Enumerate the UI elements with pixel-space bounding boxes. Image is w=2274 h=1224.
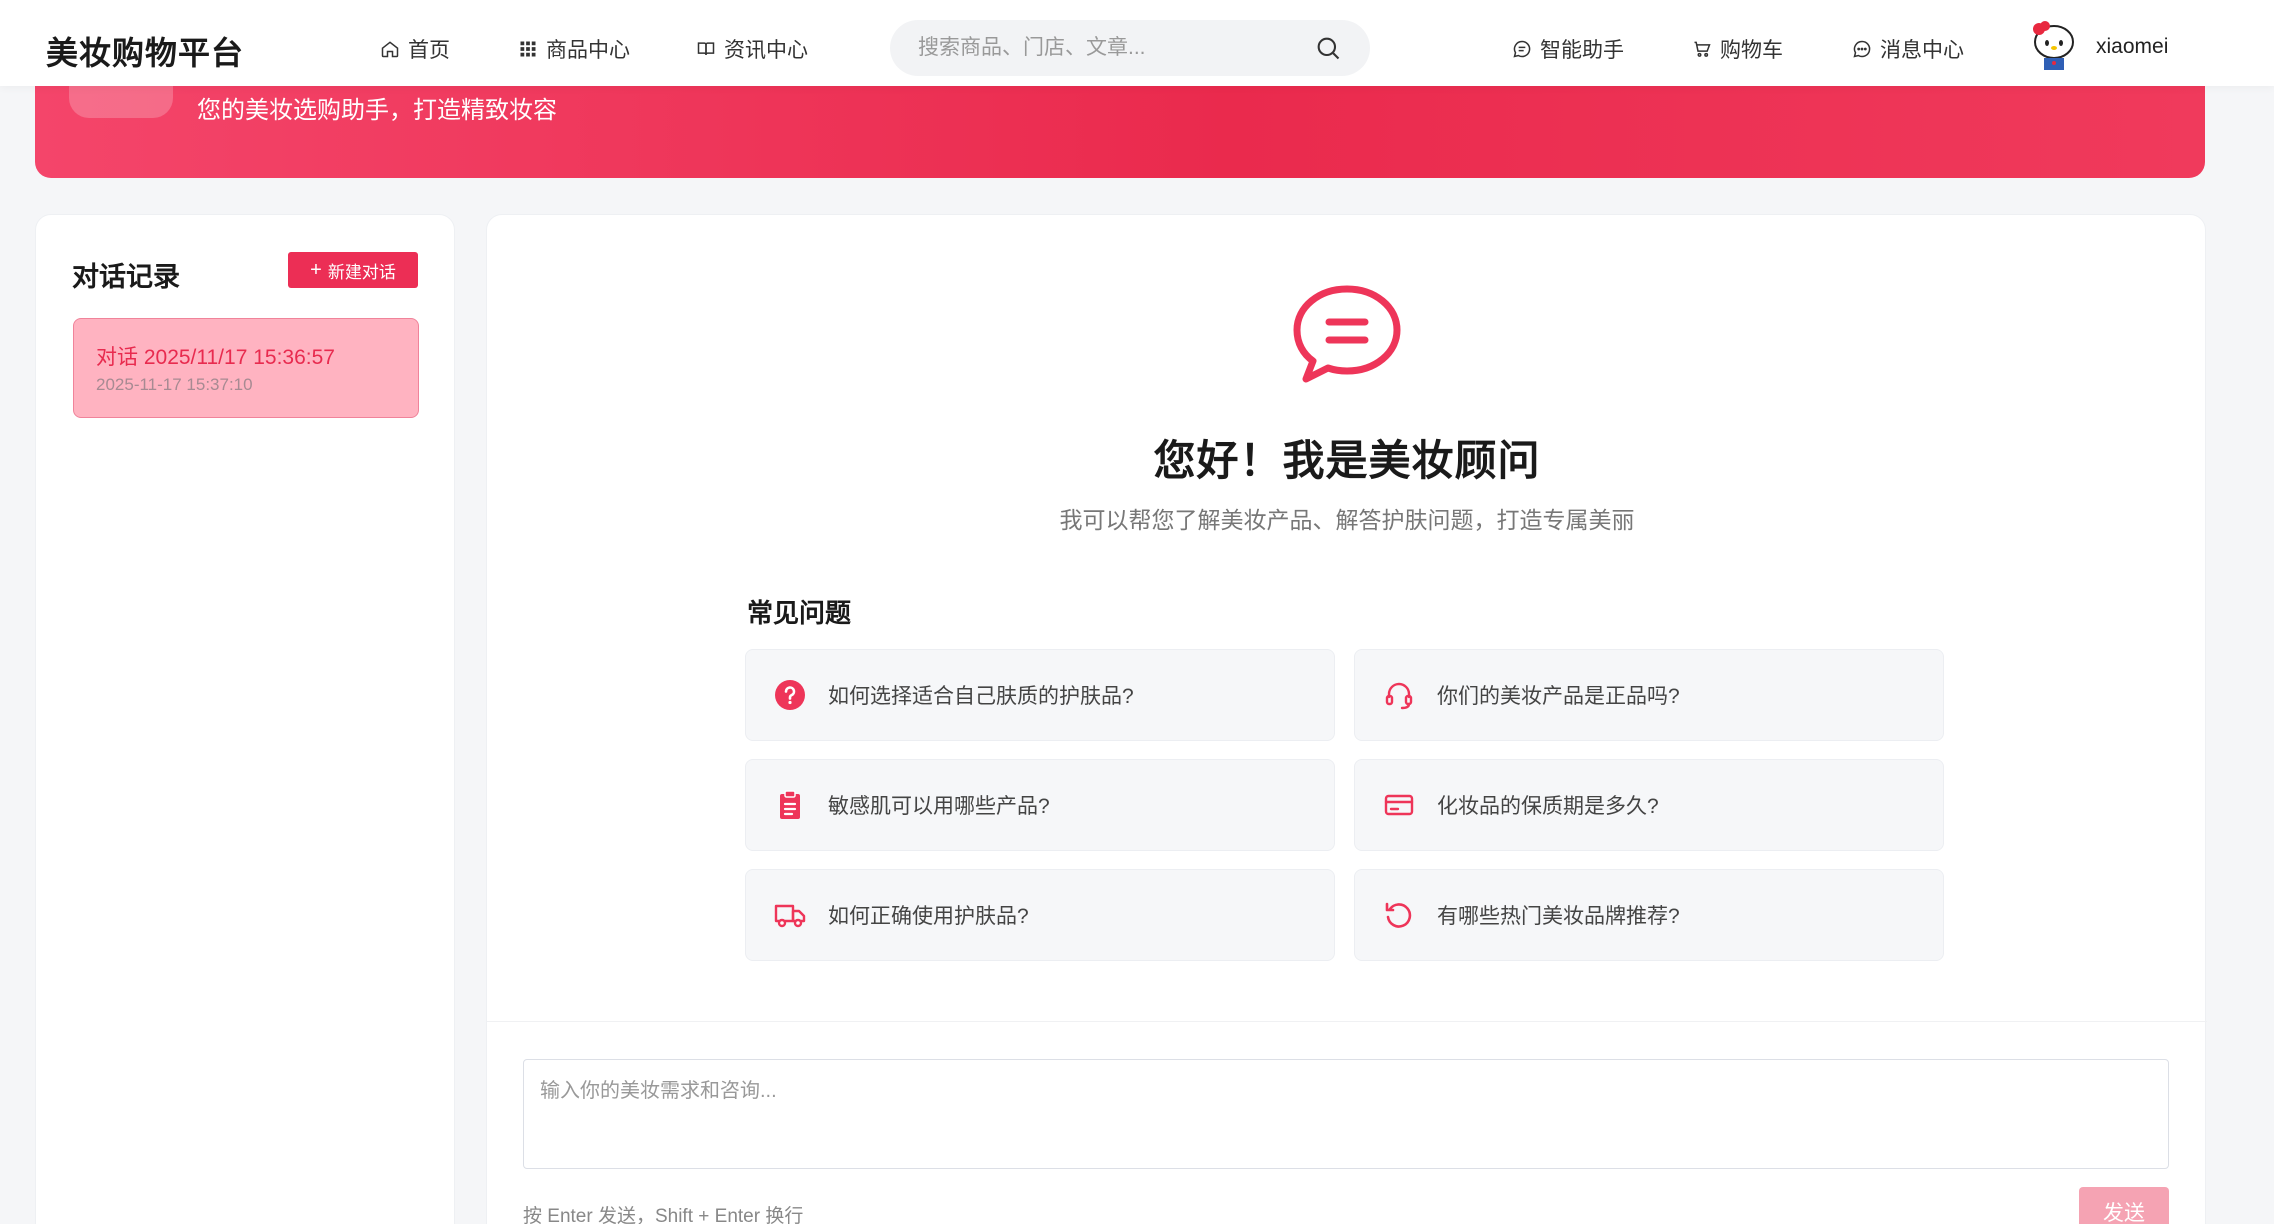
conversation-item[interactable]: 对话 2025/11/17 15:36:57 2025-11-17 15:37:… xyxy=(73,318,419,418)
search-input[interactable] xyxy=(918,36,1314,60)
chat-icon xyxy=(1513,40,1531,58)
faq-item[interactable]: 如何选择适合自己肤质的护肤品? xyxy=(745,649,1335,741)
nav-home-label: 首页 xyxy=(408,39,450,62)
faq-text: 有哪些热门美妆品牌推荐? xyxy=(1437,905,1680,928)
new-chat-label: 新建对话 xyxy=(327,262,396,282)
top-navbar: 美妆购物平台 首页 商品中心 资讯中心 智能助手 购物车 消息中心 xiaome… xyxy=(0,0,2274,86)
send-button[interactable]: 发送 xyxy=(2079,1187,2169,1224)
chat-bubble-icon xyxy=(1293,285,1401,383)
nav-products-label: 商品中心 xyxy=(546,39,630,62)
welcome-subtitle: 我可以帮您了解美妆产品、解答护肤问题，打造专属美丽 xyxy=(1059,507,1635,533)
faq-item[interactable]: 敏感肌可以用哪些产品? xyxy=(745,759,1335,851)
banner-subtitle: 您的美妆选购助手，打造精致妆容 xyxy=(197,97,557,124)
username[interactable]: xiaomei xyxy=(2096,35,2168,59)
nav-home[interactable]: 首页 xyxy=(380,34,450,64)
conversation-time: 2025-11-17 15:37:10 xyxy=(96,375,253,394)
faq-text: 敏感肌可以用哪些产品? xyxy=(828,795,1050,818)
faq-text: 你们的美妆产品是正品吗? xyxy=(1437,685,1680,708)
site-logo[interactable]: 美妆购物平台 xyxy=(46,28,244,74)
home-icon xyxy=(381,41,399,58)
search-bar xyxy=(890,20,1370,76)
divider xyxy=(487,1021,2207,1022)
card-icon xyxy=(1384,794,1414,816)
faq-text: 如何选择适合自己肤质的护肤品? xyxy=(828,685,1134,708)
faq-item[interactable]: 有哪些热门美妆品牌推荐? xyxy=(1354,869,1944,961)
truck-icon xyxy=(774,904,806,928)
nav-cart-label: 购物车 xyxy=(1720,39,1783,62)
nav-messages-label: 消息中心 xyxy=(1880,39,1964,62)
nav-products[interactable]: 商品中心 xyxy=(518,34,630,64)
nav-messages[interactable]: 消息中心 xyxy=(1852,34,1964,64)
sidebar-title: 对话记录 xyxy=(72,262,180,292)
grid-icon xyxy=(520,41,536,57)
nav-assistant[interactable]: 智能助手 xyxy=(1512,34,1624,64)
input-hint: 按 Enter 发送，Shift + Enter 换行 xyxy=(523,1206,804,1224)
chat-panel: 您好！我是美妆顾问 我可以帮您了解美妆产品、解答护肤问题，打造专属美丽 常见问题… xyxy=(486,214,2207,1224)
faq-heading: 常见问题 xyxy=(747,598,852,628)
cart-icon xyxy=(1694,41,1711,57)
faq-item[interactable]: 如何正确使用护肤品? xyxy=(745,869,1335,961)
faq-item[interactable]: 化妆品的保质期是多久? xyxy=(1354,759,1944,851)
avatar[interactable] xyxy=(2030,20,2078,72)
chat-input[interactable] xyxy=(523,1059,2169,1169)
question-icon xyxy=(775,680,805,710)
faq-item[interactable]: 你们的美妆产品是正品吗? xyxy=(1354,649,1944,741)
plus-icon: + xyxy=(310,259,322,281)
search-icon[interactable] xyxy=(1314,34,1342,62)
conversation-title: 对话 2025/11/17 15:36:57 xyxy=(96,346,335,369)
message-icon xyxy=(1853,40,1871,58)
welcome-title: 您好！我是美妆顾问 xyxy=(1153,437,1541,484)
book-icon xyxy=(697,42,715,55)
conversation-sidebar: 对话记录 + 新建对话 对话 2025/11/17 15:36:57 2025-… xyxy=(35,214,455,1224)
headset-icon xyxy=(1385,682,1413,710)
refresh-icon xyxy=(1385,902,1412,928)
nav-news[interactable]: 资讯中心 xyxy=(696,34,808,64)
new-chat-button[interactable]: + 新建对话 xyxy=(288,252,418,288)
clipboard-icon xyxy=(780,790,800,819)
faq-text: 化妆品的保质期是多久? xyxy=(1437,795,1659,818)
faq-text: 如何正确使用护肤品? xyxy=(828,905,1029,928)
nav-news-label: 资讯中心 xyxy=(724,39,808,62)
nav-assistant-label: 智能助手 xyxy=(1540,39,1624,62)
nav-cart[interactable]: 购物车 xyxy=(1692,34,1783,64)
